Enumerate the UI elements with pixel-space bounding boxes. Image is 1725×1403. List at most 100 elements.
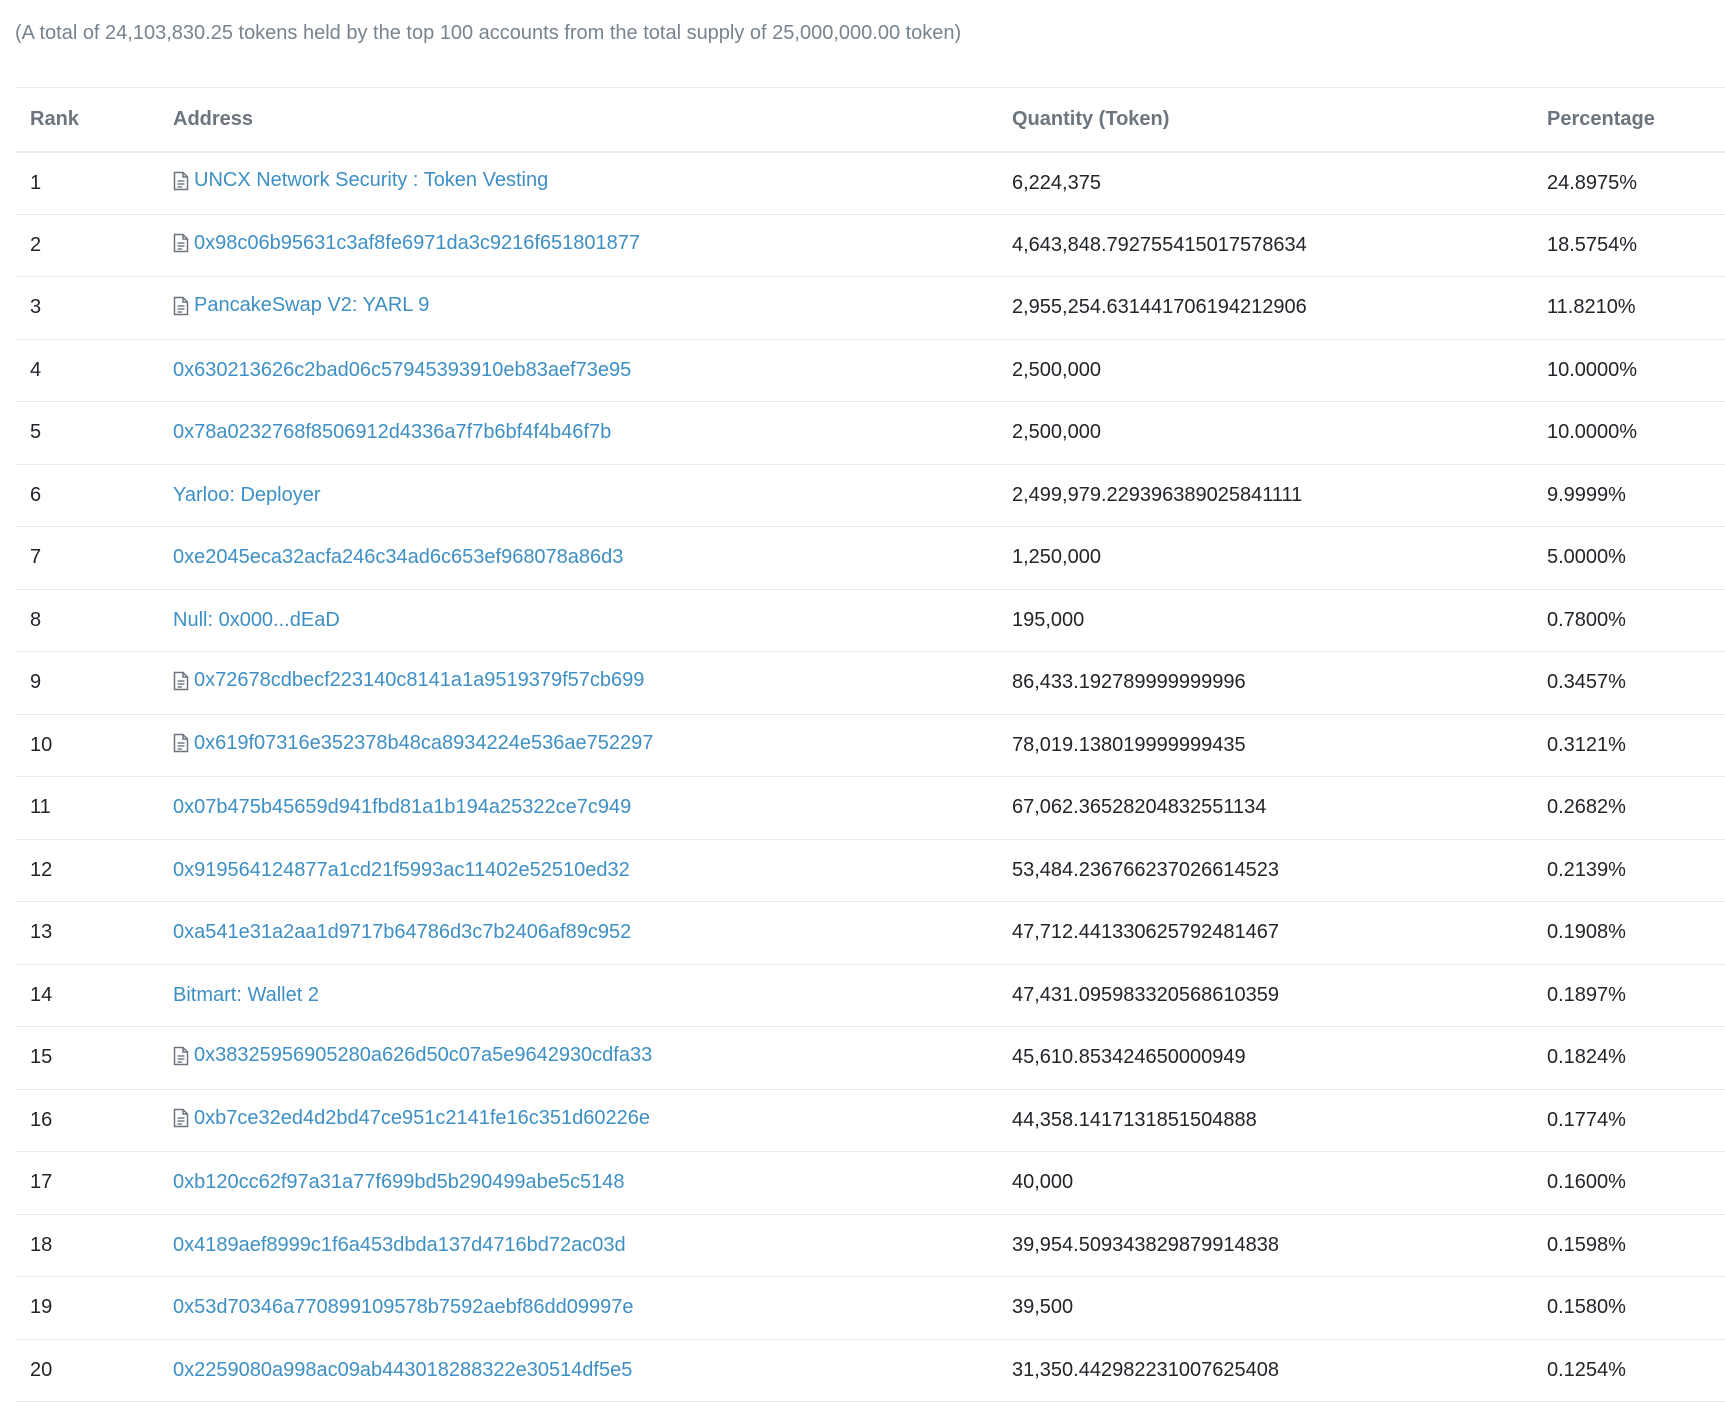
table-row: 11 0x07b475b45659d941fbd81a1b194a25322ce… [15, 777, 1725, 839]
table-row: 14 Bitmart: Wallet 2 47,431.095983320568… [15, 964, 1725, 1027]
holder-address-link[interactable]: 0x4189aef8999c1f6a453dbda137d4716bd72ac0… [173, 1234, 626, 1257]
quantity-cell: 2,500,000 [1012, 421, 1101, 444]
rank-cell: 8 [30, 608, 42, 631]
percentage-cell: 10.0000% [1547, 358, 1638, 381]
holder-address-text: 0x2259080a998ac09ab443018288322e30514df5… [173, 1358, 633, 1381]
rank-cell: 7 [30, 546, 42, 569]
holder-address-link[interactable]: Null: 0x000...dEaD [173, 609, 340, 632]
holder-address-text: Yarloo: Deployer [173, 483, 321, 506]
quantity-cell: 4,643,848.792755415017578634 [1012, 233, 1307, 256]
column-header-address: Address [173, 107, 254, 130]
address-cell: 0x72678cdbecf223140c8141a1a9519379f57cb6… [173, 652, 1012, 715]
table-row: 19 0x53d70346a770899109578b7592aebf86dd0… [15, 1277, 1725, 1339]
quantity-cell: 67,062.36528204832551134 [1012, 796, 1267, 819]
holder-address-link[interactable]: 0xb120cc62f97a31a77f699bd5b290499abe5c51… [173, 1171, 625, 1194]
holder-address-link[interactable]: UNCX Network Security : Token Vesting [173, 169, 548, 192]
rank-cell: 6 [30, 483, 42, 506]
address-cell: 0xb120cc62f97a31a77f699bd5b290499abe5c51… [173, 1152, 1012, 1215]
percentage-cell: 24.8975% [1547, 171, 1638, 194]
holder-address-link[interactable]: 0x07b475b45659d941fbd81a1b194a25322ce7c9… [173, 796, 631, 819]
rank-cell: 14 [30, 983, 53, 1006]
percentage-cell: 0.1774% [1547, 1108, 1626, 1131]
percentage-cell: 10.0000% [1547, 421, 1638, 444]
table-row: 9 0x72678cdbecf223140c8141a1a9519379f57c… [15, 652, 1725, 715]
address-cell: 0x919564124877a1cd21f5993ac11402e52510ed… [173, 839, 1012, 902]
table-row: 4 0x630213626c2bad06c57945393910eb83aef7… [15, 339, 1725, 402]
percentage-cell: 0.1254% [1547, 1358, 1626, 1381]
table-row: 13 0xa541e31a2aa1d9717b64786d3c7b2406af8… [15, 902, 1725, 964]
percentage-cell: 0.2139% [1547, 858, 1626, 881]
holder-address-link[interactable]: 0x619f07316e352378b48ca8934224e536ae7522… [173, 732, 653, 755]
rank-cell: 17 [30, 1171, 53, 1194]
holder-address-text: Bitmart: Wallet 2 [173, 983, 319, 1006]
percentage-cell: 9.9999% [1547, 483, 1626, 506]
holder-address-text: 0x53d70346a770899109578b7592aebf86dd0999… [173, 1296, 634, 1319]
holder-address-text: 0xe2045eca32acfa246c34ad6c653ef968078a86… [173, 546, 624, 569]
holders-summary: (A total of 24,103,830.25 tokens held by… [15, 22, 962, 44]
quantity-cell: 6,224,375 [1012, 171, 1101, 194]
holder-address-text: Null: 0x000...dEaD [173, 608, 340, 631]
holder-address-text: 0xb7ce32ed4d2bd47ce951c2141fe16c351d6022… [194, 1106, 650, 1129]
document-icon [173, 233, 189, 253]
quantity-cell: 2,499,979.229396389025841111 [1012, 483, 1303, 506]
holder-address-link[interactable]: 0xa541e31a2aa1d9717b64786d3c7b2406af89c9… [173, 921, 631, 944]
holder-address-link[interactable]: PancakeSwap V2: YARL 9 [173, 294, 429, 317]
rank-cell: 15 [30, 1046, 53, 1069]
holder-address-link[interactable]: 0x630213626c2bad06c57945393910eb83aef73e… [173, 359, 631, 382]
column-header-rank: Rank [30, 107, 79, 130]
document-icon [173, 671, 189, 691]
quantity-cell: 195,000 [1012, 608, 1085, 631]
quantity-cell: 1,250,000 [1012, 546, 1101, 569]
percentage-cell: 11.8210% [1547, 296, 1636, 319]
address-cell: 0x619f07316e352378b48ca8934224e536ae7522… [173, 714, 1012, 777]
holder-address-text: PancakeSwap V2: YARL 9 [194, 294, 430, 316]
holder-address-text: 0x919564124877a1cd21f5993ac11402e52510ed… [173, 858, 630, 881]
holder-address-link[interactable]: 0x78a0232768f8506912d4336a7f7b6bf4f4b46f… [173, 421, 611, 444]
quantity-cell: 2,955,254.631441706194212906 [1012, 296, 1307, 319]
holder-address-link[interactable]: 0xe2045eca32acfa246c34ad6c653ef968078a86… [173, 546, 623, 569]
rank-cell: 3 [30, 296, 42, 319]
holder-address-link[interactable]: 0xb7ce32ed4d2bd47ce951c2141fe16c351d6022… [173, 1107, 650, 1130]
holder-address-link[interactable]: Bitmart: Wallet 2 [173, 984, 319, 1007]
rank-cell: 19 [30, 1296, 53, 1319]
address-cell: Yarloo: Deployer [173, 464, 1012, 527]
percentage-cell: 0.7800% [1547, 608, 1626, 631]
quantity-cell: 78,019.138019999999435 [1012, 733, 1246, 756]
quantity-cell: 47,712.441330625792481467 [1012, 921, 1279, 944]
quantity-cell: 40,000 [1012, 1171, 1074, 1194]
table-body: 1 UNCX Network Security : Token Vesting … [15, 152, 1725, 1402]
holder-address-text: 0xa541e31a2aa1d9717b64786d3c7b2406af89c9… [173, 921, 632, 944]
holder-address-link[interactable]: 0x919564124877a1cd21f5993ac11402e52510ed… [173, 859, 630, 882]
table-row: 5 0x78a0232768f8506912d4336a7f7b6bf4f4b4… [15, 402, 1725, 465]
holder-address-text: 0x98c06b95631c3af8fe6971da3c9216f6518018… [194, 231, 640, 254]
holder-address-link[interactable]: Yarloo: Deployer [173, 484, 320, 507]
holder-address-link[interactable]: 0x2259080a998ac09ab443018288322e30514df5… [173, 1359, 632, 1382]
column-header-percentage: Percentage [1547, 107, 1655, 130]
table-row: 7 0xe2045eca32acfa246c34ad6c653ef968078a… [15, 527, 1725, 590]
table-row: 12 0x919564124877a1cd21f5993ac11402e5251… [15, 839, 1725, 902]
percentage-cell: 0.1824% [1547, 1046, 1626, 1069]
rank-cell: 2 [30, 233, 42, 256]
column-header-quantity: Quantity (Token) [1012, 107, 1170, 130]
token-holders-table: Rank Address Quantity (Token) Percentage… [15, 87, 1725, 1402]
address-cell: 0x78a0232768f8506912d4336a7f7b6bf4f4b46f… [173, 402, 1012, 465]
address-cell: 0x4189aef8999c1f6a453dbda137d4716bd72ac0… [173, 1214, 1012, 1277]
document-icon [173, 733, 189, 753]
percentage-cell: 0.1600% [1547, 1171, 1626, 1194]
rank-cell: 20 [30, 1358, 53, 1381]
table-row: 15 0x38325956905280a626d50c07a5e9642930c… [15, 1027, 1725, 1090]
holder-address-link[interactable]: 0x72678cdbecf223140c8141a1a9519379f57cb6… [173, 669, 644, 692]
holder-address-link[interactable]: 0x38325956905280a626d50c07a5e9642930cdfa… [173, 1044, 652, 1067]
rank-cell: 9 [30, 671, 42, 694]
holder-address-text: 0x38325956905280a626d50c07a5e9642930cdfa… [194, 1044, 653, 1066]
table-row: 16 0xb7ce32ed4d2bd47ce951c2141fe16c351d6… [15, 1089, 1725, 1152]
holder-address-text: 0x72678cdbecf223140c8141a1a9519379f57cb6… [194, 669, 645, 691]
holder-address-link[interactable]: 0x53d70346a770899109578b7592aebf86dd0999… [173, 1296, 633, 1319]
table-row: 20 0x2259080a998ac09ab443018288322e30514… [15, 1339, 1725, 1402]
address-cell: 0xe2045eca32acfa246c34ad6c653ef968078a86… [173, 527, 1012, 590]
address-cell: 0x630213626c2bad06c57945393910eb83aef73e… [173, 339, 1012, 402]
table-row: 2 0x98c06b95631c3af8fe6971da3c9216f65180… [15, 214, 1725, 277]
holder-address-link[interactable]: 0x98c06b95631c3af8fe6971da3c9216f6518018… [173, 232, 640, 255]
percentage-cell: 5.0000% [1547, 546, 1626, 569]
address-cell: 0x38325956905280a626d50c07a5e9642930cdfa… [173, 1027, 1012, 1090]
